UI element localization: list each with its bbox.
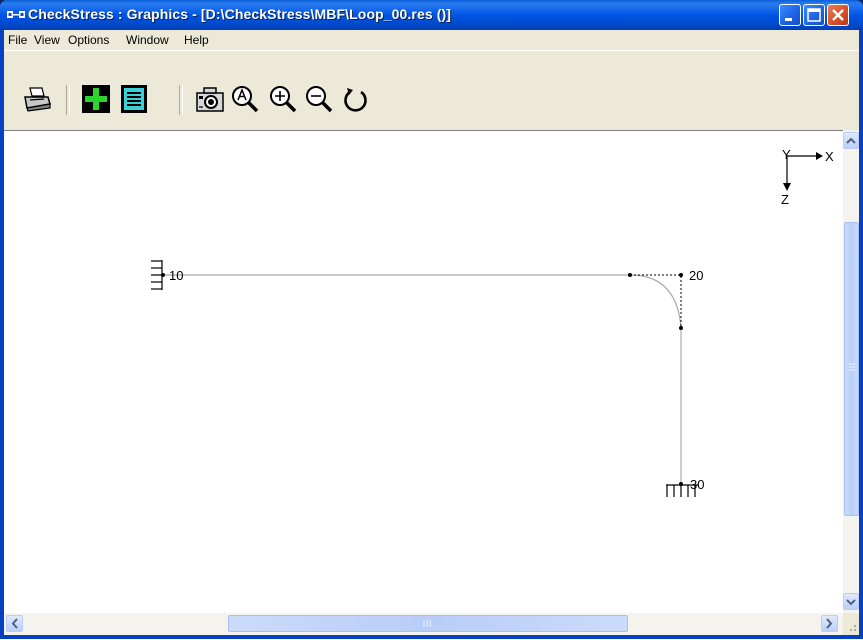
horizontal-scroll-thumb[interactable] [228, 615, 628, 632]
app-window: CheckStress : Graphics - [D:\CheckStress… [0, 0, 863, 639]
anchor-support-icon [151, 260, 163, 290]
app-icon [7, 11, 25, 18]
window-frame-bottom [0, 635, 863, 639]
zoom-all-icon[interactable] [230, 84, 260, 114]
toolbar-strip [4, 50, 859, 130]
node-label-20: 20 [689, 268, 703, 283]
bend-start-point[interactable] [628, 273, 632, 277]
add-green-icon[interactable] [81, 84, 111, 114]
window-frame-right [859, 30, 863, 639]
chevron-up-icon [846, 137, 856, 144]
axis-y-label: Y [782, 147, 791, 162]
minimize-button[interactable] [779, 4, 801, 26]
maximize-icon [807, 8, 821, 22]
scroll-down-button[interactable] [843, 593, 859, 610]
window-title: CheckStress : Graphics - [D:\CheckStress… [28, 6, 452, 22]
axis-z-label: Z [781, 192, 789, 207]
vertical-scroll-thumb[interactable] [844, 222, 859, 516]
bend-end-point[interactable] [679, 326, 683, 330]
menu-window[interactable]: Window [126, 33, 169, 47]
grip-icon [423, 620, 431, 627]
grip-icon [849, 363, 855, 371]
chevron-right-icon [826, 618, 833, 629]
title-bar[interactable]: CheckStress : Graphics - [D:\CheckStress… [0, 0, 863, 30]
resize-grip-icon [850, 625, 856, 631]
camera-icon[interactable] [195, 84, 225, 114]
toolbar [4, 50, 859, 130]
zoom-in-icon[interactable] [268, 84, 298, 114]
rotate-icon[interactable] [341, 84, 371, 114]
horizontal-scrollbar[interactable] [4, 613, 843, 635]
pipe-bend [629, 274, 682, 329]
document-list-icon[interactable] [119, 84, 149, 114]
scroll-up-button[interactable] [843, 132, 859, 149]
graphics-canvas[interactable]: Y X Z 10 20 30 [4, 130, 843, 613]
toolbar-separator [66, 85, 70, 115]
chevron-left-icon [11, 618, 18, 629]
menu-options[interactable]: Options [68, 33, 109, 47]
scroll-left-button[interactable] [6, 615, 23, 632]
menu-file[interactable]: File [8, 33, 27, 47]
vertical-scrollbar[interactable] [843, 130, 859, 613]
menu-bar: File View Options Window Help [4, 30, 859, 50]
axis-triad: Y X Z [781, 147, 834, 207]
node-label-30: 30 [690, 477, 704, 492]
close-icon [832, 9, 844, 21]
maximize-button[interactable] [803, 4, 825, 26]
node-20-point[interactable] [679, 273, 683, 277]
axis-x-label: X [825, 149, 834, 164]
pipe-model-drawing: Y X Z 10 20 30 [151, 147, 834, 497]
close-button[interactable] [827, 4, 849, 26]
printer-icon[interactable] [22, 84, 52, 114]
resize-grip[interactable] [843, 613, 859, 635]
toolbar-separator [179, 85, 183, 115]
node-label-10: 10 [169, 268, 183, 283]
minimize-icon [785, 18, 792, 21]
bend-tangent-lines [630, 274, 682, 328]
scroll-right-button[interactable] [821, 615, 838, 632]
menu-help[interactable]: Help [184, 33, 209, 47]
chevron-down-icon [846, 599, 856, 606]
menu-view[interactable]: View [34, 33, 60, 47]
zoom-out-icon[interactable] [304, 84, 334, 114]
